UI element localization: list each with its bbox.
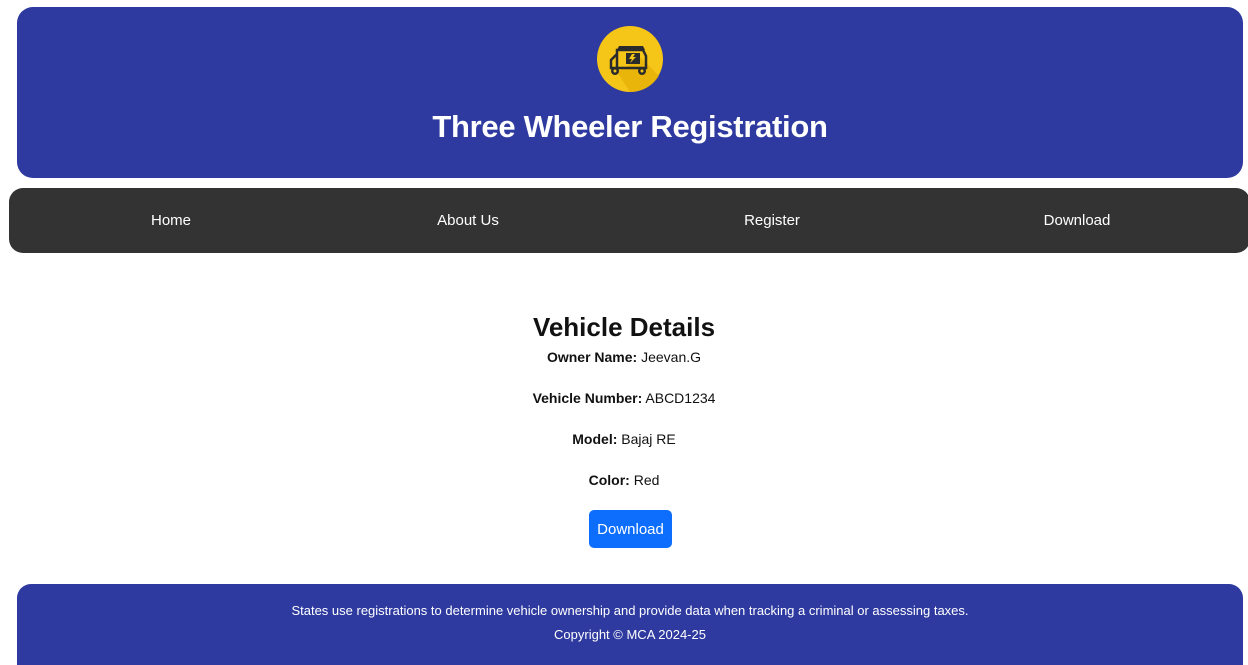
nav-link-download[interactable]: Download — [1044, 188, 1111, 253]
site-header: Three Wheeler Registration — [17, 7, 1243, 178]
nav-link-home[interactable]: Home — [151, 188, 191, 253]
owner-name-row: Owner Name: Jeevan.G — [0, 347, 1248, 388]
nav-link-about-us[interactable]: About Us — [437, 188, 499, 253]
color-row: Color: Red — [0, 470, 1248, 511]
footer-copyright: Copyright © MCA 2024-25 — [554, 627, 706, 642]
color-label: Color: — [588, 472, 630, 488]
main-nav: Home About Us Register Download — [9, 188, 1248, 253]
download-button[interactable]: Download — [589, 510, 672, 548]
vehicle-number-label: Vehicle Number: — [532, 390, 643, 406]
auto-rickshaw-icon — [597, 26, 663, 92]
model-value: Bajaj RE — [621, 431, 676, 447]
vehicle-details-section: Vehicle Details Owner Name: Jeevan.G Veh… — [0, 300, 1248, 511]
section-heading: Vehicle Details — [532, 312, 716, 342]
vehicle-number-row: Vehicle Number: ABCD1234 — [0, 388, 1248, 429]
footer-description: States use registrations to determine ve… — [291, 603, 969, 618]
vehicle-number-value: ABCD1234 — [645, 390, 716, 406]
page-title: Three Wheeler Registration — [432, 109, 828, 144]
color-value: Red — [633, 472, 660, 488]
model-row: Model: Bajaj RE — [0, 429, 1248, 470]
site-footer: States use registrations to determine ve… — [17, 584, 1243, 665]
model-label: Model: — [572, 431, 618, 447]
nav-link-register[interactable]: Register — [744, 188, 800, 253]
owner-name-label: Owner Name: — [546, 349, 638, 365]
owner-name-value: Jeevan.G — [641, 349, 702, 365]
